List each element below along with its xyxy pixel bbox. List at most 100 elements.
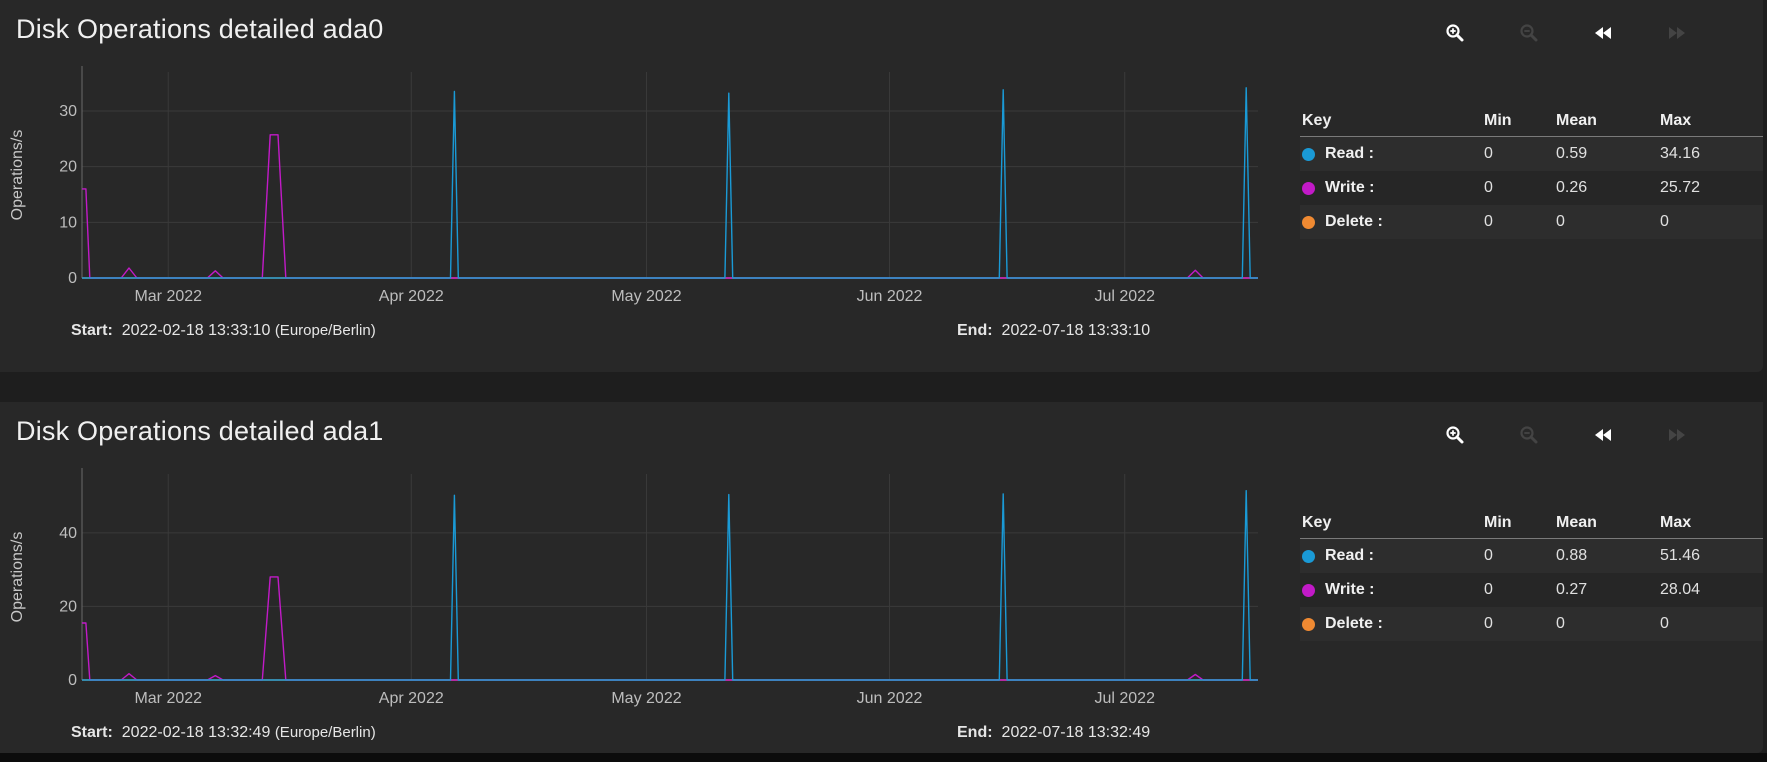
y-axis-label: Operations/s bbox=[9, 130, 26, 221]
legend-key-label: Write : bbox=[1325, 179, 1375, 196]
x-tick-label: Jun 2022 bbox=[857, 288, 923, 305]
series-line-write[interactable] bbox=[82, 576, 1258, 681]
series-line-read[interactable] bbox=[82, 490, 1258, 681]
x-tick-label: May 2022 bbox=[611, 288, 681, 305]
chart-panel-ada1: Disk Operations detailed ada1 0 20 40 Ma… bbox=[0, 402, 1763, 753]
legend-row-read[interactable]: Read : 0 0.88 51.46 bbox=[1300, 538, 1763, 573]
legend-mean: 0 bbox=[1554, 607, 1658, 641]
write-color-dot bbox=[1302, 583, 1315, 597]
legend-header-min: Min bbox=[1482, 512, 1554, 539]
rewind-icon bbox=[1595, 27, 1611, 39]
step-back-button[interactable] bbox=[1588, 420, 1618, 450]
start-label: Start: bbox=[71, 724, 113, 741]
legend-key-label: Read : bbox=[1325, 145, 1374, 162]
legend-header-row: Key Min Mean Max bbox=[1300, 512, 1763, 539]
legend-min: 0 bbox=[1482, 573, 1554, 607]
zoom-out-button[interactable] bbox=[1514, 18, 1544, 48]
legend-header-row: Key Min Mean Max bbox=[1300, 110, 1763, 137]
x-tick-label: Mar 2022 bbox=[134, 288, 202, 305]
legend-row-read[interactable]: Read : 0 0.59 34.16 bbox=[1300, 136, 1763, 171]
y-tick-label: 0 bbox=[68, 672, 77, 689]
start-range: Start: 2022-02-18 13:33:10 (Europe/Berlin… bbox=[71, 322, 376, 340]
rewind-icon bbox=[1595, 429, 1611, 441]
legend-min: 0 bbox=[1482, 607, 1554, 641]
legend-mean: 0 bbox=[1554, 205, 1658, 239]
legend-header-mean: Mean bbox=[1554, 110, 1658, 137]
step-forward-button[interactable] bbox=[1662, 18, 1692, 48]
chart-panel-ada0: Disk Operations detailed ada0 0 10 20 30… bbox=[0, 0, 1763, 372]
legend-header-key: Key bbox=[1300, 512, 1482, 539]
step-forward-button[interactable] bbox=[1662, 420, 1692, 450]
start-range: Start: 2022-02-18 13:32:49 (Europe/Berlin… bbox=[71, 724, 376, 742]
x-tick-label: Apr 2022 bbox=[379, 690, 444, 707]
legend-header-mean: Mean bbox=[1554, 512, 1658, 539]
zoom-out-icon bbox=[1520, 24, 1538, 42]
zoom-out-icon bbox=[1520, 426, 1538, 444]
legend-max: 34.16 bbox=[1658, 136, 1763, 171]
timezone-label: (Europe/Berlin) bbox=[274, 724, 376, 741]
legend-row-write[interactable]: Write : 0 0.27 28.04 bbox=[1300, 573, 1763, 607]
step-back-button[interactable] bbox=[1588, 18, 1618, 48]
timezone-label: (Europe/Berlin) bbox=[274, 322, 376, 339]
zoom-in-button[interactable] bbox=[1440, 18, 1470, 48]
end-label: End: bbox=[957, 322, 993, 339]
legend-min: 0 bbox=[1482, 171, 1554, 205]
legend-header-key: Key bbox=[1300, 110, 1482, 137]
zoom-in-button[interactable] bbox=[1440, 420, 1470, 450]
panel-title: Disk Operations detailed ada0 bbox=[16, 14, 384, 44]
end-range: End: 2022-07-18 13:33:10 bbox=[957, 322, 1150, 340]
legend-max: 0 bbox=[1658, 607, 1763, 641]
legend-header-max: Max bbox=[1658, 110, 1763, 137]
panel-title: Disk Operations detailed ada1 bbox=[16, 416, 384, 446]
start-label: Start: bbox=[71, 322, 113, 339]
end-range: End: 2022-07-18 13:32:49 bbox=[957, 724, 1150, 742]
legend-key-label: Write : bbox=[1325, 581, 1375, 598]
legend-key-label: Delete : bbox=[1325, 615, 1383, 632]
legend-max: 28.04 bbox=[1658, 573, 1763, 607]
legend-min: 0 bbox=[1482, 205, 1554, 239]
legend-min: 0 bbox=[1482, 538, 1554, 573]
zoom-in-icon bbox=[1446, 24, 1464, 42]
y-axis-label: Operations/s bbox=[9, 532, 26, 623]
legend-row-write[interactable]: Write : 0 0.26 25.72 bbox=[1300, 171, 1763, 205]
line-chart[interactable]: 0 10 20 30 Mar 2022 Apr 2022 May 2022 Jun 2022 J… bbox=[0, 60, 1270, 310]
y-tick-label: 20 bbox=[59, 598, 77, 615]
read-color-dot bbox=[1302, 147, 1315, 161]
fast-forward-icon bbox=[1669, 429, 1685, 441]
legend-mean: 0.27 bbox=[1554, 573, 1658, 607]
start-value: 2022-02-18 13:33:10 bbox=[121, 322, 271, 339]
y-tick-label: 30 bbox=[59, 103, 77, 120]
x-tick-label: Jul 2022 bbox=[1094, 288, 1155, 305]
legend-key-label: Delete : bbox=[1325, 213, 1383, 230]
series-line-write[interactable] bbox=[82, 134, 1258, 279]
y-tick-label: 40 bbox=[59, 525, 77, 542]
legend-row-delete[interactable]: Delete : 0 0 0 bbox=[1300, 607, 1763, 641]
fast-forward-icon bbox=[1669, 27, 1685, 39]
legend-table: Key Min Mean Max Read : 0 0.59 34.16 Wri… bbox=[1300, 110, 1763, 239]
legend-mean: 0.59 bbox=[1554, 136, 1658, 171]
page-bottom-edge bbox=[0, 753, 1767, 762]
read-color-dot bbox=[1302, 549, 1315, 563]
zoom-out-button[interactable] bbox=[1514, 420, 1544, 450]
x-tick-label: Apr 2022 bbox=[379, 288, 444, 305]
series-line-read[interactable] bbox=[82, 87, 1258, 279]
legend-row-delete[interactable]: Delete : 0 0 0 bbox=[1300, 205, 1763, 239]
start-value: 2022-02-18 13:32:49 bbox=[121, 724, 271, 741]
legend-max: 0 bbox=[1658, 205, 1763, 239]
y-tick-label: 10 bbox=[59, 214, 77, 231]
delete-color-dot bbox=[1302, 215, 1315, 229]
x-tick-label: Jun 2022 bbox=[857, 690, 923, 707]
legend-mean: 0.26 bbox=[1554, 171, 1658, 205]
x-tick-label: Jul 2022 bbox=[1094, 690, 1155, 707]
legend-mean: 0.88 bbox=[1554, 538, 1658, 573]
legend-table: Key Min Mean Max Read : 0 0.88 51.46 Wri… bbox=[1300, 512, 1763, 641]
chart-toolbar bbox=[1440, 18, 1730, 48]
write-color-dot bbox=[1302, 181, 1315, 195]
end-label: End: bbox=[957, 724, 993, 741]
y-tick-label: 0 bbox=[68, 270, 77, 287]
x-tick-label: May 2022 bbox=[611, 690, 681, 707]
line-chart[interactable]: 0 20 40 Mar 2022 Apr 2022 May 2022 Jun 2022 Jul… bbox=[0, 462, 1270, 712]
end-value: 2022-07-18 13:33:10 bbox=[1001, 322, 1151, 339]
delete-color-dot bbox=[1302, 617, 1315, 631]
legend-max: 25.72 bbox=[1658, 171, 1763, 205]
